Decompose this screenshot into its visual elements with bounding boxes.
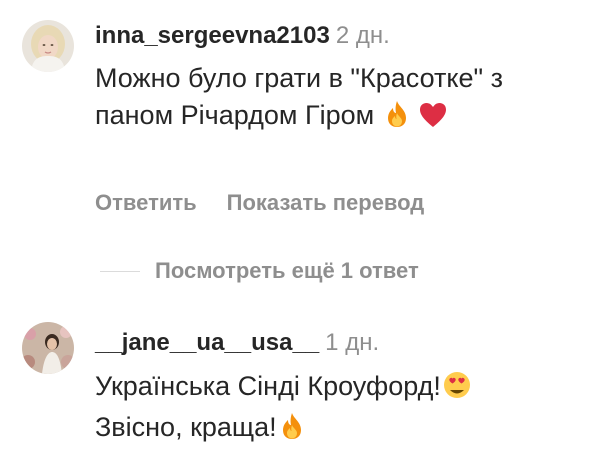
- view-more-replies[interactable]: Посмотреть ещё 1 ответ: [100, 256, 419, 286]
- avatar[interactable]: [22, 322, 74, 374]
- comment-text: Можно було грати в "Красотке" з паном Рі…: [95, 60, 585, 138]
- comment-text: Українська Сінді Кроуфорд! Звісно, краща…: [95, 368, 585, 450]
- comment-header: __jane__ua__usa__ 1 дн.: [95, 329, 379, 357]
- reply-button[interactable]: Ответить: [95, 190, 197, 215]
- heart-emoji-icon: [419, 101, 447, 138]
- comment-text-line: Звісно, краща!: [95, 412, 277, 442]
- username[interactable]: inna_sergeevna2103: [95, 22, 330, 49]
- username[interactable]: __jane__ua__usa__: [95, 329, 319, 356]
- divider-line: [100, 270, 140, 272]
- comment-text-line: Українська Сінді Кроуфорд!: [95, 371, 441, 401]
- fire-emoji-icon: [279, 412, 305, 450]
- comment-actions: Ответить Показать перевод: [95, 190, 424, 216]
- comments-list: inna_sergeevna2103 2 дн. Можно було грати…: [0, 0, 600, 450]
- fire-emoji-icon: [384, 100, 410, 138]
- show-translation-button[interactable]: Показать перевод: [227, 190, 425, 215]
- comment-header: inna_sergeevna2103 2 дн.: [95, 22, 390, 50]
- avatar[interactable]: [22, 20, 74, 72]
- view-more-replies-label[interactable]: Посмотреть ещё 1 ответ: [155, 258, 419, 284]
- timestamp: 2 дн.: [335, 22, 390, 49]
- heart-eyes-emoji-icon: [443, 371, 471, 409]
- timestamp: 1 дн.: [325, 329, 380, 356]
